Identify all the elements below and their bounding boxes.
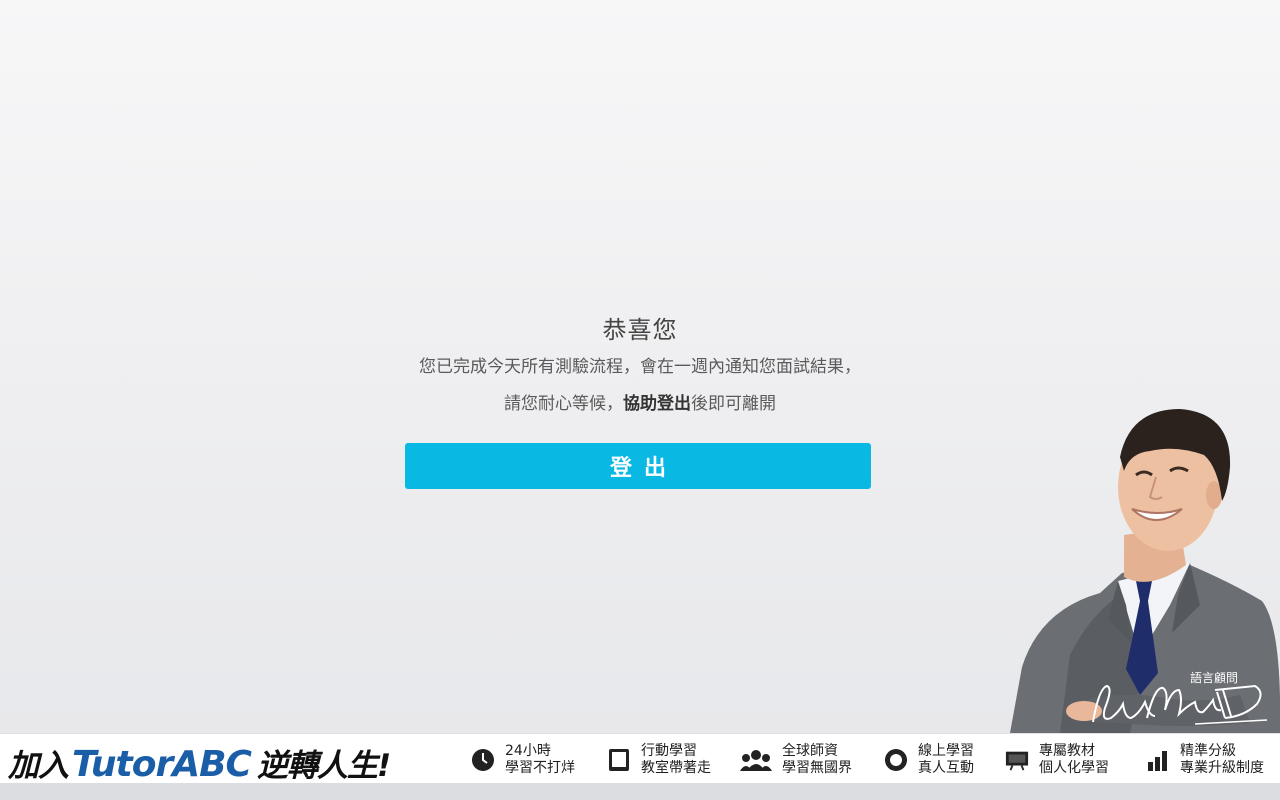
feature-24h-line-1: 24小時 [505, 743, 551, 759]
message-line-1: 您已完成今天所有測驗流程，會在一週內通知您面試結果， [419, 357, 861, 377]
bar-chart-icon [1146, 748, 1170, 772]
clock-icon [471, 748, 495, 772]
slogan-prefix: 加入 [8, 748, 69, 784]
feature-levels: 精準分級 專業升級制度 [1146, 743, 1264, 777]
feature-mobile: 行動學習 教室帶著走 [607, 743, 711, 777]
message-title: 恭喜您 [602, 316, 678, 344]
main-stage: 恭喜您 您已完成今天所有測驗流程，會在一週內通知您面試結果， 請您耐心等候，協助… [0, 0, 1280, 733]
message-line-2-bold: 協助登出 [623, 394, 691, 414]
tablet-icon [607, 748, 631, 772]
brand-logo: TutorABC [72, 744, 252, 785]
feature-24h: 24小時 學習不打烊 [471, 743, 575, 777]
slogan-suffix: 逆轉人生! [256, 748, 391, 784]
feature-levels-line-1: 精準分級 [1180, 743, 1236, 759]
people-icon [740, 748, 772, 772]
feature-online: 線上學習 真人互動 [884, 743, 974, 777]
feature-24h-line-2: 學習不打烊 [505, 760, 575, 776]
message-line-2-suffix: 後即可離開 [691, 394, 776, 414]
book-icon [1005, 748, 1029, 772]
feature-teachers: 全球師資 學習無國界 [740, 743, 852, 777]
feature-materials: 專屬教材 個人化學習 [1005, 743, 1109, 777]
feature-levels-line-2: 專業升級制度 [1180, 760, 1264, 776]
message-line-2-prefix: 請您耐心等候， [504, 394, 623, 414]
completion-message: 恭喜您 您已完成今天所有測驗流程，會在一週內通知您面試結果， 請您耐心等候，協助… [0, 312, 1280, 416]
bottom-strip [0, 783, 1280, 800]
feature-mobile-line-2: 教室帶著走 [641, 760, 711, 776]
feature-teachers-line-2: 學習無國界 [782, 760, 852, 776]
feature-online-line-2: 真人互動 [918, 760, 974, 776]
logout-button[interactable]: 登出 [405, 443, 871, 489]
feature-materials-line-1: 專屬教材 [1039, 743, 1095, 759]
feature-teachers-line-1: 全球師資 [782, 743, 838, 759]
footer-slogan: 加入 TutorABC 逆轉人生! [8, 740, 391, 785]
signature-mark [1092, 684, 1268, 725]
feature-mobile-line-1: 行動學習 [641, 743, 697, 759]
feature-materials-line-2: 個人化學習 [1039, 760, 1109, 776]
footer-bar: 加入 TutorABC 逆轉人生! 24小時 學習不打烊 行動學習 教室帶著走 … [0, 733, 1280, 785]
headset-icon [884, 748, 908, 772]
feature-online-line-1: 線上學習 [918, 743, 974, 759]
